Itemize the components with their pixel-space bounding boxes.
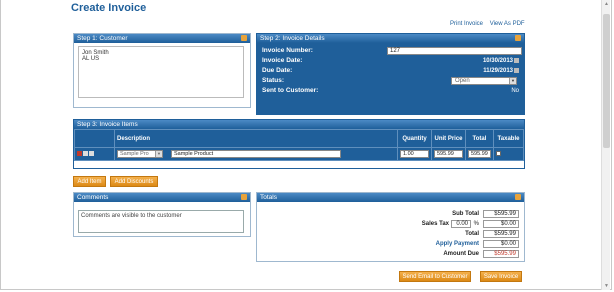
quantity-input[interactable]: 1.00 (400, 150, 429, 158)
total-value: $595.99 (483, 230, 519, 238)
send-email-button[interactable]: Send Email to Customer (399, 271, 471, 282)
sub-total-label: Sub Total (452, 211, 479, 217)
totals-panel-header: Totals (257, 193, 524, 202)
view-pdf-link[interactable]: View As PDF (490, 21, 525, 27)
invoice-number-input[interactable]: 127 (387, 47, 522, 55)
scroll-thumb[interactable] (603, 14, 610, 148)
taxable-checkbox[interactable] (496, 150, 501, 156)
items-panel-title: Step 3: Invoice Items (77, 121, 138, 128)
details-panel-header: Step 2: Invoice Details (257, 34, 524, 43)
customer-location: AL US (82, 56, 100, 62)
comments-panel-header: Comments (74, 193, 250, 202)
customer-info-box[interactable]: Jon Smith AL US (78, 46, 244, 98)
taxable-column-header: Taxable (493, 129, 524, 148)
actions-column-header (74, 129, 115, 148)
delete-icon[interactable] (77, 150, 82, 156)
sales-tax-value: $0.00 (483, 220, 519, 228)
sales-tax-percent: % (473, 221, 479, 227)
help-icon[interactable] (515, 194, 521, 200)
move-icon[interactable] (89, 150, 94, 156)
status-select[interactable]: Open ▼ (451, 77, 517, 85)
sales-tax-label: Sales Tax (421, 221, 449, 227)
comments-textarea[interactable]: Comments are visible to the customer (78, 210, 244, 233)
amount-due-label: Amount Due (443, 251, 479, 257)
chevron-down-icon[interactable]: ▼ (155, 150, 162, 157)
unit-price-input[interactable]: 595.99 (434, 150, 463, 158)
invoice-date-value[interactable]: 10/30/2013 (483, 56, 519, 66)
items-table: Description Quantity Unit Price Total Ta… (74, 129, 524, 161)
total-label: Total (465, 231, 479, 237)
calendar-icon[interactable] (514, 67, 519, 73)
status-label: Status: (262, 77, 285, 84)
help-icon[interactable] (241, 35, 247, 41)
details-panel-title: Step 2: Invoice Details (260, 35, 325, 42)
quantity-column-header: Quantity (397, 129, 432, 148)
comments-panel: Comments Comments are visible to the cus… (73, 192, 251, 237)
invoice-date-label: Invoice Date: (262, 57, 303, 64)
sub-total-value: $595.99 (483, 210, 519, 218)
details-body: Invoice Number: 127 Invoice Date: 10/30/… (257, 43, 524, 114)
save-invoice-button[interactable]: Save Invoice (480, 271, 522, 282)
amount-due-value: $595.99 (483, 250, 519, 258)
items-panel-header: Step 3: Invoice Items (74, 120, 524, 129)
customer-panel-title: Step 1: Customer (77, 35, 128, 42)
copy-icon[interactable] (83, 150, 88, 156)
help-icon[interactable] (515, 35, 521, 41)
product-select[interactable]: Sample Pro ▼ (117, 149, 163, 158)
add-item-button[interactable]: Add Item (73, 176, 106, 187)
invoice-page: Create Invoice Print Invoice View As PDF… (0, 0, 612, 290)
totals-panel-title: Totals (260, 194, 277, 201)
due-date-value[interactable]: 11/29/2013 (483, 66, 519, 76)
comments-panel-title: Comments (77, 194, 109, 201)
line-total-input[interactable]: 595.99 (468, 150, 491, 158)
sales-tax-rate-input[interactable]: 0.00 (451, 220, 471, 228)
scroll-down-icon[interactable]: ▼ (603, 283, 610, 289)
scroll-up-icon[interactable]: ▲ (603, 1, 610, 7)
table-row: Sample Pro ▼ Sample Product 1.00 595.99 5… (74, 147, 524, 161)
description-input[interactable]: Sample Product (171, 149, 341, 158)
totals-panel: Totals Sub Total $595.99 Sales Tax 0.00 … (256, 192, 525, 262)
due-date-label: Due Date: (262, 67, 293, 74)
invoice-details-panel: Step 2: Invoice Details Invoice Number: … (256, 33, 525, 115)
sent-to-customer-label: Sent to Customer: (262, 87, 319, 94)
customer-panel: Step 1: Customer Jon Smith AL US (73, 33, 251, 108)
sent-to-customer-value: No (511, 88, 519, 94)
print-invoice-link[interactable]: Print Invoice (450, 21, 483, 27)
calendar-icon[interactable] (514, 57, 519, 63)
apply-payment-link[interactable]: Apply Payment (436, 240, 479, 249)
top-links: Print Invoice View As PDF (450, 21, 530, 27)
total-column-header: Total (465, 129, 494, 148)
apply-payment-value: $0.00 (483, 240, 519, 248)
customer-panel-header: Step 1: Customer (74, 34, 250, 43)
help-icon[interactable] (241, 194, 247, 200)
invoice-items-panel: Step 3: Invoice Items Description Quanti… (73, 119, 525, 169)
add-discounts-button[interactable]: Add Discounts (110, 176, 158, 187)
page-scrollbar[interactable]: ▲ ▼ (601, 0, 610, 290)
description-column-header: Description (114, 129, 398, 148)
invoice-number-label: Invoice Number: (262, 47, 313, 54)
unit-price-column-header: Unit Price (431, 129, 466, 148)
chevron-down-icon[interactable]: ▼ (509, 78, 516, 84)
page-title: Create Invoice (71, 2, 147, 14)
